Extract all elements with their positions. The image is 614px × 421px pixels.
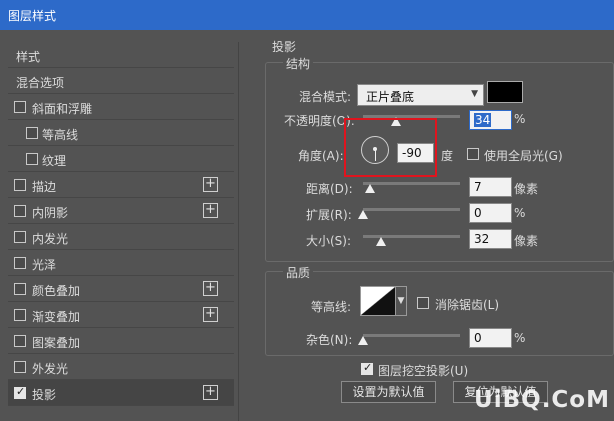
sidebar-item[interactable]: 渐变叠加 + [8, 302, 234, 328]
sidebar-item-checkbox[interactable] [26, 127, 38, 139]
contour-preview[interactable] [360, 286, 396, 316]
sidebar-item-checkbox[interactable] [14, 101, 26, 113]
noise-label: 杂色(N): [306, 333, 353, 347]
make-default-button[interactable]: 设置为默认值 [341, 381, 436, 403]
blend-mode-select[interactable]: 正片叠底 ▼ [357, 84, 484, 106]
blend-mode-value: 正片叠底 [366, 90, 415, 104]
angle-unit: 度 [441, 149, 454, 163]
spread-label: 扩展(R): [306, 208, 352, 222]
quality-title: 品质 [283, 264, 314, 281]
watermark: UiBQ.CoM [474, 387, 610, 413]
sidebar-item-label: 描边 [32, 180, 57, 194]
sidebar-item-label: 斜面和浮雕 [32, 102, 93, 116]
antialias-label: 消除锯齿(L) [435, 298, 500, 312]
title-bar: 图层样式 [0, 0, 614, 30]
spread-input[interactable]: 0 [469, 203, 512, 223]
noise-input[interactable]: 0 [469, 328, 512, 348]
spread-unit: % [514, 206, 526, 220]
sidebar-item-checkbox[interactable] [26, 153, 38, 165]
panel-divider [238, 42, 239, 421]
noise-unit: % [514, 331, 526, 345]
noise-slider-handle[interactable] [358, 336, 368, 345]
sidebar-item[interactable]: 描边 + [8, 172, 234, 198]
sidebar-item-label: 外发光 [32, 362, 69, 376]
sidebar-item[interactable]: 纹理 [8, 146, 234, 172]
sidebar-item-checkbox[interactable] [14, 385, 26, 399]
sidebar-item-checkbox[interactable] [14, 309, 26, 321]
sidebar-item-checkbox[interactable] [14, 205, 26, 217]
sidebar-item[interactable]: 外发光 [8, 354, 234, 380]
blend-mode-label: 混合模式: [299, 90, 352, 104]
contour-label: 等高线: [311, 300, 352, 314]
sidebar-item[interactable]: 样式 [8, 42, 234, 68]
knockout-label: 图层挖空投影(U) [378, 364, 469, 378]
size-value: 32 [474, 232, 490, 246]
spread-slider-handle[interactable] [358, 210, 368, 219]
distance-unit: 像素 [514, 182, 539, 196]
global-light-checkbox[interactable] [467, 148, 479, 160]
add-effect-plus-icon[interactable]: + [203, 307, 218, 322]
sidebar-item-label: 图案叠加 [32, 336, 81, 350]
sidebar-item[interactable]: 等高线 [8, 120, 234, 146]
sidebar-item[interactable]: 颜色叠加 + [8, 276, 234, 302]
sidebar-item-checkbox[interactable] [14, 361, 26, 373]
opacity-input[interactable]: 34 [469, 110, 512, 130]
shadow-color-swatch[interactable] [487, 81, 523, 103]
size-slider-handle[interactable] [376, 237, 386, 246]
sidebar-item-label: 混合选项 [16, 76, 65, 90]
sidebar-item-label: 内阴影 [32, 206, 69, 220]
noise-value: 0 [474, 331, 482, 345]
add-effect-plus-icon[interactable]: + [203, 281, 218, 296]
window-title: 图层样式 [8, 9, 57, 23]
add-effect-plus-icon[interactable]: + [203, 385, 218, 400]
size-label: 大小(S): [306, 234, 352, 248]
opacity-unit: % [514, 112, 526, 126]
sidebar-item[interactable]: 混合选项 [8, 68, 234, 94]
noise-slider-track[interactable] [363, 334, 460, 337]
sidebar-item[interactable]: 内发光 [8, 224, 234, 250]
structure-title: 结构 [283, 55, 314, 72]
sidebar-item-label: 光泽 [32, 258, 57, 272]
size-input[interactable]: 32 [469, 229, 512, 249]
contour-chevron-down-icon[interactable]: ▼ [395, 286, 407, 316]
sidebar-item-checkbox[interactable] [14, 283, 26, 295]
sidebar-item-checkbox[interactable] [14, 231, 26, 243]
sidebar-item-checkbox[interactable] [14, 179, 26, 191]
sidebar-item[interactable]: 投影 + [8, 380, 234, 406]
sidebar-item[interactable]: 斜面和浮雕 [8, 94, 234, 120]
sidebar-item-label: 样式 [16, 50, 41, 64]
sidebar-item-checkbox[interactable] [14, 257, 26, 269]
section-title: 投影 [272, 40, 297, 54]
style-list: 样式混合选项斜面和浮雕等高线纹理描边 + 内阴影 + 内发光光泽颜色叠加 + 渐变叠加 + 图案… [8, 42, 234, 421]
distance-input[interactable]: 7 [469, 177, 512, 197]
spread-slider-track[interactable] [363, 208, 460, 211]
sidebar-item-label: 渐变叠加 [32, 310, 81, 324]
antialias-checkbox[interactable] [417, 297, 429, 309]
sidebar-item-checkbox[interactable] [14, 335, 26, 347]
distance-slider-track[interactable] [363, 182, 460, 185]
angle-label: 角度(A): [298, 149, 344, 163]
add-effect-plus-icon[interactable]: + [203, 177, 218, 192]
sidebar-item-label: 纹理 [42, 154, 67, 168]
sidebar-item[interactable]: 图案叠加 [8, 328, 234, 354]
sidebar-item[interactable]: 光泽 [8, 250, 234, 276]
sidebar-item-label: 等高线 [42, 128, 79, 142]
add-effect-plus-icon[interactable]: + [203, 203, 218, 218]
sidebar-item[interactable]: 内阴影 + [8, 198, 234, 224]
opacity-value: 34 [474, 113, 492, 127]
sidebar-item-label: 颜色叠加 [32, 284, 81, 298]
chevron-down-icon: ▼ [471, 89, 478, 99]
sidebar-item-label: 投影 [32, 388, 57, 402]
highlight-box [344, 118, 437, 177]
distance-label: 距离(D): [306, 182, 353, 196]
distance-value: 7 [474, 180, 482, 194]
distance-slider-handle[interactable] [365, 184, 375, 193]
knockout-checkbox[interactable] [361, 361, 373, 375]
sidebar-item-label: 内发光 [32, 232, 69, 246]
size-unit: 像素 [514, 234, 539, 248]
spread-value: 0 [474, 206, 482, 220]
global-light-label: 使用全局光(G) [484, 149, 563, 163]
